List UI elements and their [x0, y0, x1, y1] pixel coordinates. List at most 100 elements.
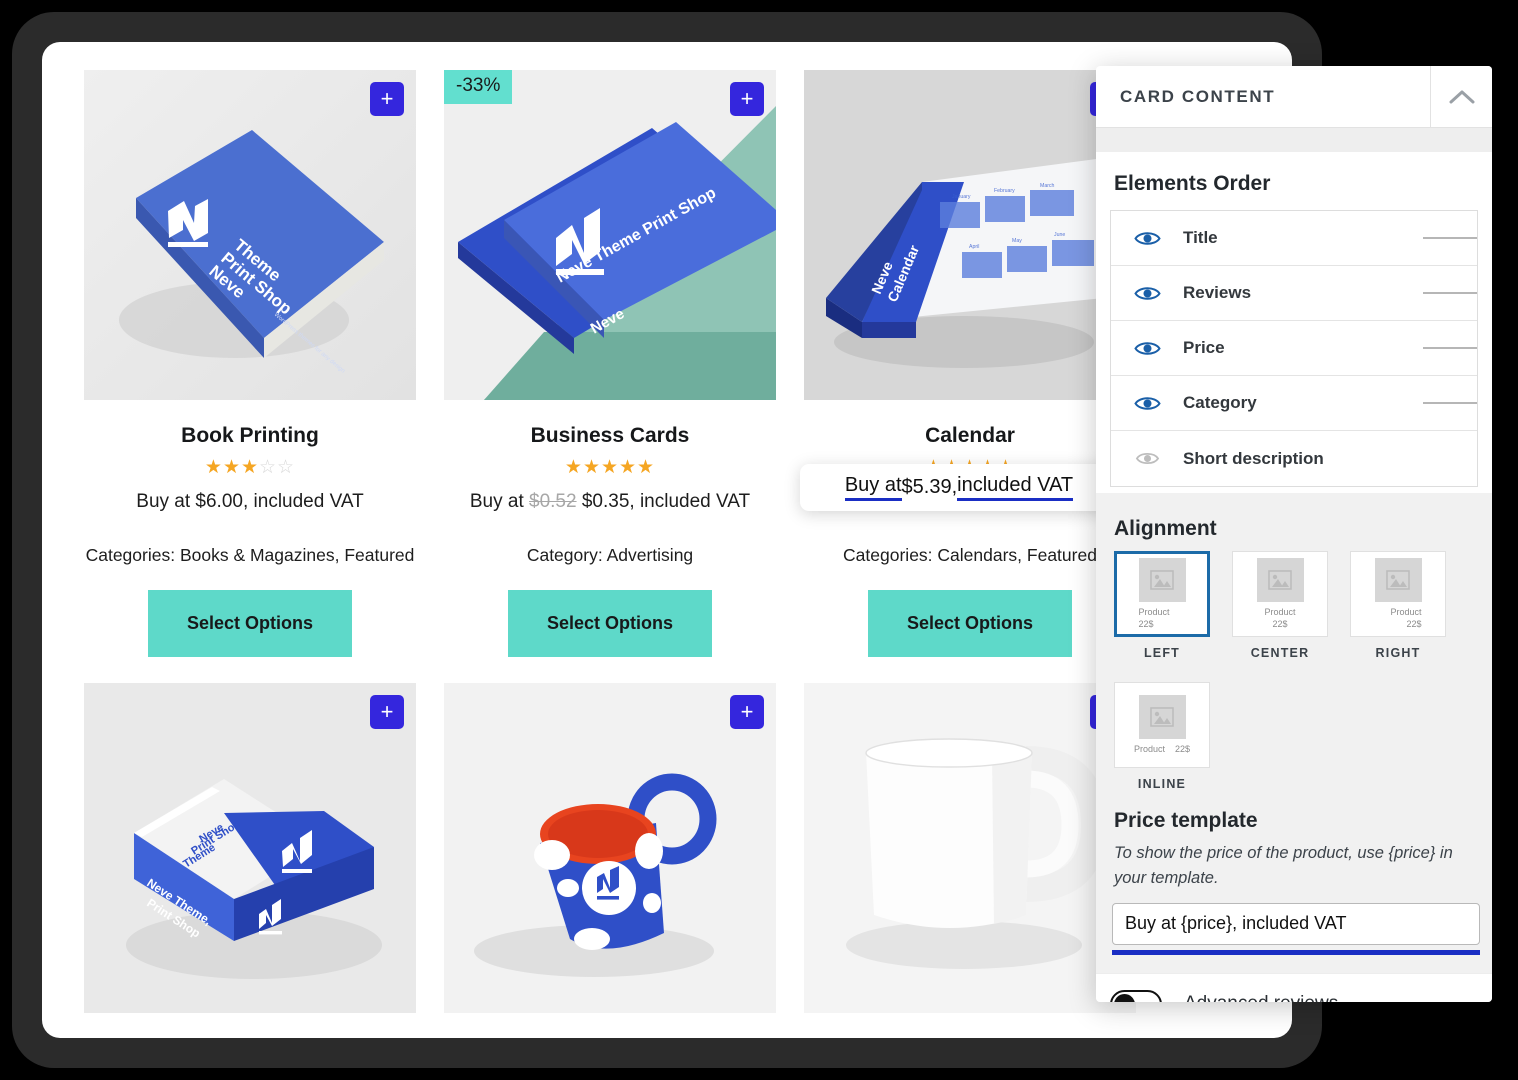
- eye-off-icon[interactable]: [1111, 451, 1183, 466]
- chevron-up-icon[interactable]: [1430, 66, 1492, 128]
- product-image-ceramic-mugs[interactable]: +: [444, 683, 776, 1013]
- add-to-cart-button[interactable]: +: [370, 82, 404, 116]
- placeholder-name: Product: [1264, 607, 1296, 618]
- eye-icon[interactable]: [1111, 285, 1183, 302]
- drag-handle-icon[interactable]: [1423, 234, 1477, 242]
- product-image-book-printing[interactable]: Neve Print Shop Theme WordPress themes f…: [84, 70, 416, 400]
- placeholder-price: 22$: [1406, 618, 1422, 629]
- alignment-options: Product 22$ LEFT Product 22$ CENTER Prod…: [1110, 551, 1478, 791]
- alignment-heading: Alignment: [1114, 517, 1217, 540]
- product-card[interactable]: Neve Theme Print Shop Neve -33% + Busine…: [444, 70, 776, 657]
- product-title: Coffee Mug: [804, 1037, 1136, 1038]
- price-template-description: To show the price of the product, use {p…: [1114, 844, 1453, 887]
- eye-icon[interactable]: [1111, 340, 1183, 357]
- product-card[interactable]: Neve Print Shop Theme Neve Theme, Print …: [84, 683, 416, 1038]
- svg-text:April: April: [969, 244, 979, 250]
- product-card[interactable]: + Coffee Mug Buy at $5.00, included VAT …: [804, 683, 1136, 1038]
- image-placeholder-icon: [1138, 558, 1186, 603]
- order-item-price[interactable]: Price: [1111, 321, 1477, 376]
- elements-order-section: Elements Order Title Reviews Price Categ…: [1096, 152, 1492, 493]
- alignment-preview-center[interactable]: Product 22$: [1232, 551, 1328, 637]
- select-options-button[interactable]: Select Options: [508, 590, 712, 657]
- order-item-label: Reviews: [1183, 283, 1252, 302]
- price-new: $0.35: [581, 491, 630, 512]
- product-title: Calendar: [925, 424, 1015, 447]
- product-categories: Categories: Calendars, Featured: [843, 545, 1097, 565]
- select-options-button[interactable]: Select Options: [148, 590, 352, 657]
- placeholder-price: 22$: [1175, 743, 1191, 754]
- select-options-button[interactable]: Select Options: [868, 590, 1072, 657]
- product-image-business-cards[interactable]: Neve Theme Print Shop Neve -33% +: [444, 70, 776, 400]
- price-preview-popup: Buy at $5.39, included VAT: [800, 464, 1118, 511]
- rating-stars: ★★★★★: [564, 457, 656, 478]
- eye-glyph: [1133, 231, 1161, 245]
- sale-badge: -33%: [444, 70, 513, 104]
- alignment-preview-text: Product 22$: [1139, 607, 1186, 630]
- drag-handle-icon[interactable]: [1423, 399, 1477, 407]
- alignment-option-inline[interactable]: Product 22$ INLINE: [1114, 682, 1210, 791]
- panel-header: CARD CONTENT: [1096, 66, 1492, 128]
- alignment-option-center[interactable]: Product 22$ CENTER: [1232, 551, 1328, 660]
- order-item-reviews[interactable]: Reviews: [1111, 266, 1477, 321]
- alignment-option-left[interactable]: Product 22$ LEFT: [1114, 551, 1210, 660]
- price-template-input[interactable]: [1112, 902, 1480, 945]
- product-title: Ceramic Mugs: [444, 1037, 776, 1038]
- order-item-label: Category: [1183, 393, 1257, 412]
- product-grid: Neve Print Shop Theme WordPress themes f…: [84, 70, 1252, 1038]
- eye-glyph: [1133, 396, 1161, 410]
- order-item-short-description[interactable]: Short description: [1111, 431, 1477, 486]
- calendar-artwork: Neve Calendar JanuaryFebruaryMarch April…: [804, 70, 1136, 400]
- toggle-knob: [1114, 993, 1135, 1002]
- alignment-option-right[interactable]: Product 22$ RIGHT: [1350, 551, 1446, 660]
- placeholder-price: 22$: [1138, 618, 1154, 629]
- eye-icon[interactable]: [1111, 395, 1183, 412]
- cardboard-box-artwork: Neve Print Shop Theme Neve Theme, Print …: [84, 683, 416, 1013]
- image-placeholder-icon: [1256, 558, 1304, 603]
- rating-stars: ★★★☆☆: [204, 457, 296, 478]
- price-template-focus-underline: [1112, 949, 1480, 955]
- advanced-reviews-row[interactable]: Advanced reviews: [1096, 972, 1492, 1002]
- order-item-category[interactable]: Category: [1111, 376, 1477, 431]
- product-price: Buy at $6.00, included VAT: [136, 491, 364, 512]
- product-title: Book Printing: [181, 424, 319, 447]
- book-printing-artwork: Neve Print Shop Theme WordPress themes f…: [84, 70, 416, 400]
- alignment-preview-text: Product 22$: [1375, 607, 1422, 630]
- alignment-caption: LEFT: [1143, 646, 1181, 660]
- alignment-preview-left[interactable]: Product 22$: [1114, 551, 1210, 637]
- product-categories: Categories: Books & Magazines, Featured: [85, 545, 415, 565]
- alignment-caption: RIGHT: [1375, 646, 1421, 660]
- order-item-title[interactable]: Title: [1111, 211, 1477, 266]
- image-placeholder-icon: [1374, 558, 1422, 603]
- svg-text:March: March: [1040, 183, 1055, 189]
- add-to-cart-button[interactable]: +: [370, 695, 404, 729]
- product-image-coffee-mug[interactable]: +: [804, 683, 1136, 1013]
- product-card[interactable]: + Ceramic Mugs: [444, 683, 776, 1038]
- elements-order-list: Title Reviews Price Category Short descr…: [1110, 210, 1478, 487]
- product-card[interactable]: Neve Calendar January February March April…: [804, 70, 1136, 657]
- product-title: Cardboard Box: [84, 1037, 416, 1038]
- price-old: $0.52: [529, 491, 577, 512]
- image-glyph: [1386, 570, 1410, 591]
- price-prefix: Buy at: [469, 491, 530, 512]
- product-image-calendar[interactable]: Neve Calendar January February March April…: [804, 70, 1136, 400]
- alignment-preview-right[interactable]: Product 22$: [1350, 551, 1446, 637]
- product-card[interactable]: Neve Print Shop Theme WordPress themes f…: [84, 70, 416, 657]
- advanced-reviews-label: Advanced reviews: [1184, 993, 1338, 1002]
- drag-handle-icon[interactable]: [1423, 344, 1477, 352]
- alignment-caption: INLINE: [1137, 777, 1187, 791]
- product-price: Buy at $0.52 $0.35, included VAT: [444, 491, 776, 513]
- advanced-reviews-toggle[interactable]: [1110, 989, 1162, 1002]
- placeholder-price: 22$: [1272, 618, 1288, 629]
- svg-text:May: May: [1012, 238, 1022, 244]
- add-to-cart-button[interactable]: +: [730, 695, 764, 729]
- elements-order-heading: Elements Order: [1114, 172, 1271, 195]
- image-glyph: [1268, 570, 1292, 591]
- drag-handle-icon[interactable]: [1423, 289, 1477, 297]
- alignment-preview-inline[interactable]: Product 22$: [1114, 682, 1210, 768]
- panel-title: CARD CONTENT: [1120, 86, 1276, 106]
- order-item-label: Short description: [1183, 448, 1324, 468]
- eye-icon[interactable]: [1111, 230, 1183, 247]
- add-to-cart-button[interactable]: +: [730, 82, 764, 116]
- card-content-panel: CARD CONTENT Elements Order Title Review…: [1096, 66, 1492, 1002]
- product-image-cardboard-box[interactable]: Neve Print Shop Theme Neve Theme, Print …: [84, 683, 416, 1013]
